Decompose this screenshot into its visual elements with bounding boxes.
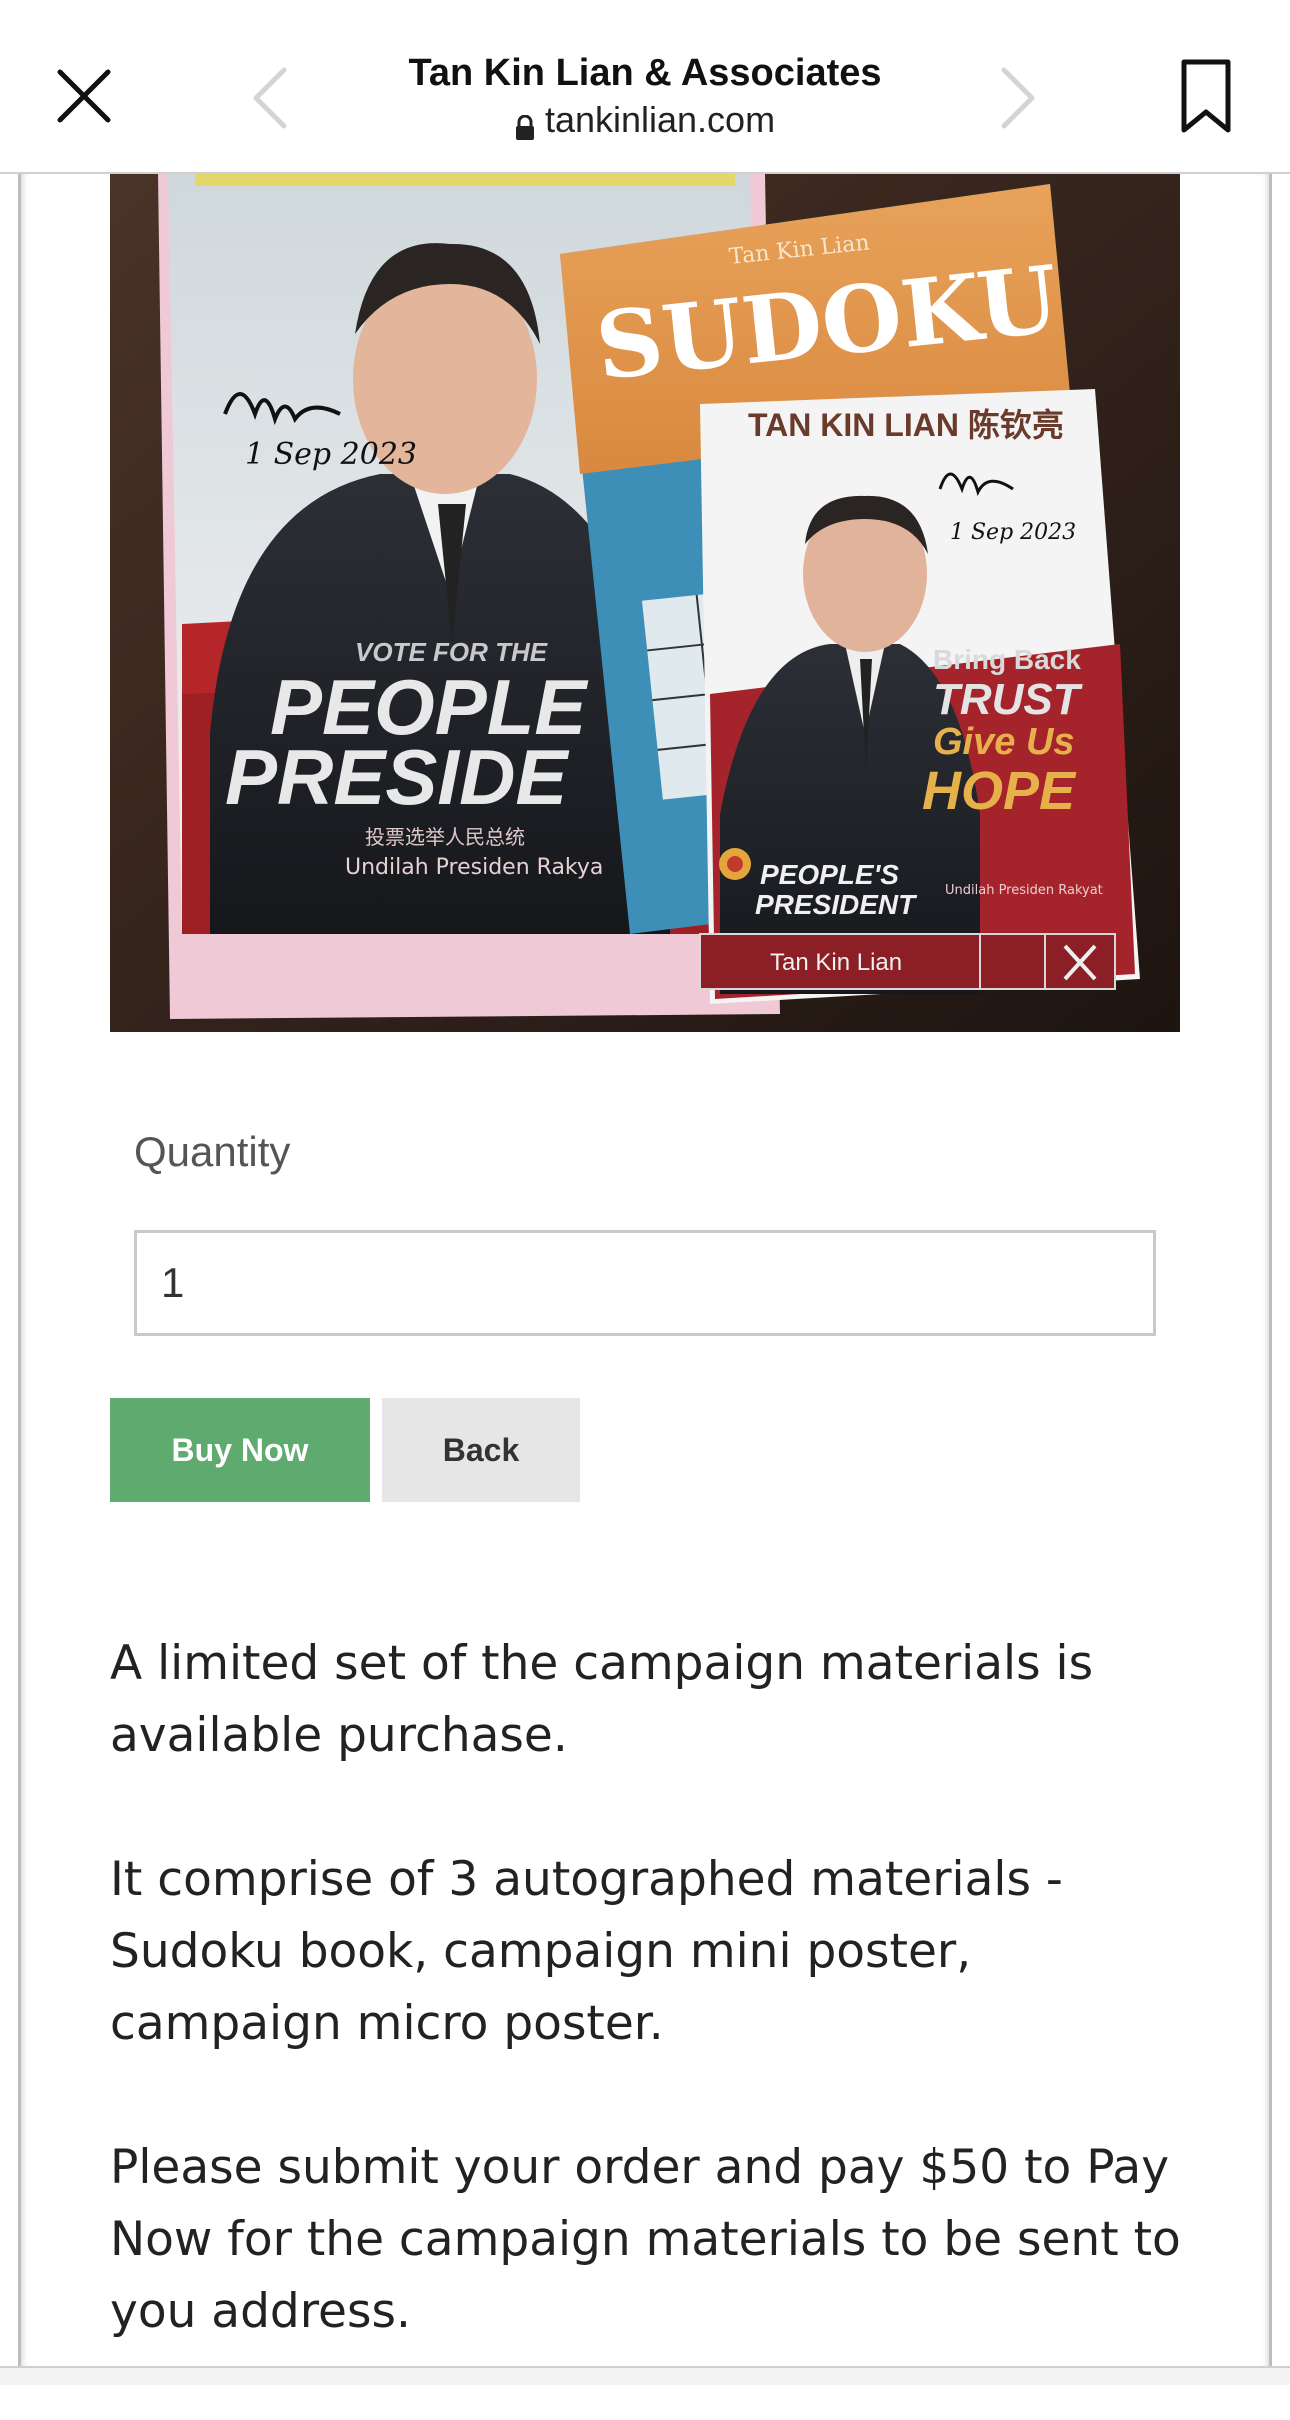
signature-date-small: 1 Sep 2023 [950,520,1076,545]
tag-trust: TRUST [933,675,1083,724]
lock-icon [515,107,535,140]
bookmark-icon[interactable] [1178,58,1234,136]
poster-small: TAN KIN LIAN 陈钦亮 1 Sep 2023 Bring Back T… [699,389,1140,1004]
poster-chinese: 投票选举人民总统 [365,825,525,849]
signature-date-large: 1 Sep 2023 [245,437,417,472]
poster-malay: Undilah Presiden Rakya [345,855,603,880]
ballot-name: Tan Kin Lian [770,949,902,976]
product-description: A limited set of the campaign materials … [110,1628,1190,2420]
logo-president: PRESIDENT [755,889,918,920]
tag-bring-back: Bring Back [933,644,1081,675]
url-text: tankinlian.com [544,99,776,140]
chevron-left-icon[interactable] [248,64,292,132]
close-icon[interactable] [50,62,120,132]
poster-headline-2: PRESIDE [225,733,569,821]
url-display[interactable]: tankinlian.com [515,98,775,142]
page-title-block: Tan Kin Lian & Associates tankinlian.com [300,48,990,146]
quantity-label: Quantity [134,1128,291,1175]
quantity-input[interactable] [134,1230,1156,1336]
logo-peoples: PEOPLE'S [760,859,899,890]
description-paragraph-1: A limited set of the campaign materials … [110,1636,1094,1763]
bottom-toolbar-edge [0,2366,1290,2385]
description-paragraph-2: It comprise of 3 autographed materials -… [110,1852,1063,2051]
chevron-right-icon[interactable] [996,64,1040,132]
small-poster-name-banner: TAN KIN LIAN 陈钦亮 [748,407,1064,443]
page-title: Tan Kin Lian & Associates [408,52,882,94]
small-poster-malay: Undilah Presiden Rakyat [945,883,1103,898]
product-photo: 1 Sep 2023 VOTE FOR THE PEOPLE PRESIDE 投… [110,174,1180,1032]
tag-give-us: Give Us [933,721,1075,763]
description-paragraph-3: Please submit your order and pay $50 to … [110,2140,1181,2339]
back-button[interactable]: Back [382,1398,580,1502]
browser-toolbar: Tan Kin Lian & Associates tankinlian.com [0,0,1290,174]
buy-now-button[interactable]: Buy Now [110,1398,370,1502]
tag-hope: HOPE [922,761,1077,821]
